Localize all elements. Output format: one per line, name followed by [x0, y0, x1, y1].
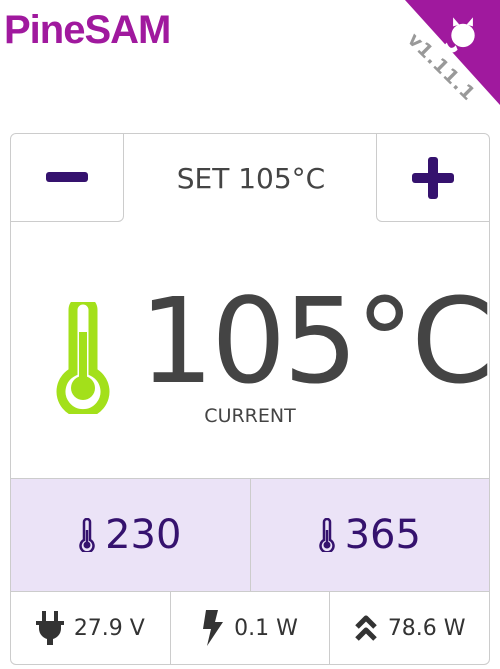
voltage-value: 27.9 V	[73, 615, 145, 641]
decrease-temp-button[interactable]	[11, 134, 124, 222]
control-card: SET 105°C 105°C CURRENT 230 365 27.9 V 0…	[10, 133, 490, 665]
thermometer-icon	[79, 518, 95, 552]
preset-row: 230 365	[11, 478, 489, 592]
max-power-stat: 78.6 W	[329, 592, 489, 664]
preset-button-2[interactable]: 365	[249, 479, 490, 591]
power-value: 0.1 W	[234, 615, 298, 641]
thermometer-icon	[318, 518, 335, 552]
preset-value: 230	[105, 512, 182, 558]
voltage-stat: 27.9 V	[11, 592, 170, 664]
setpoint-label: SET 105°C	[176, 161, 326, 195]
plus-icon	[412, 156, 454, 199]
stats-row: 27.9 V 0.1 W 78.6 W	[11, 592, 489, 664]
bolt-icon	[203, 610, 224, 646]
app-logo: PineSAM	[4, 8, 171, 52]
preset-value: 365	[344, 512, 421, 558]
power-stat: 0.1 W	[169, 592, 330, 664]
current-temp-value: 105°C	[139, 272, 490, 410]
minus-icon	[46, 171, 88, 182]
plug-icon	[35, 611, 64, 645]
double-chevron-up-icon	[355, 615, 377, 641]
max-power-value: 78.6 W	[387, 615, 466, 641]
increase-temp-button[interactable]	[376, 134, 489, 222]
thermometer-icon	[56, 302, 110, 414]
preset-button-1[interactable]: 230	[11, 479, 250, 591]
current-temp-panel: 105°C CURRENT	[11, 222, 489, 478]
current-label: CURRENT	[204, 405, 296, 427]
